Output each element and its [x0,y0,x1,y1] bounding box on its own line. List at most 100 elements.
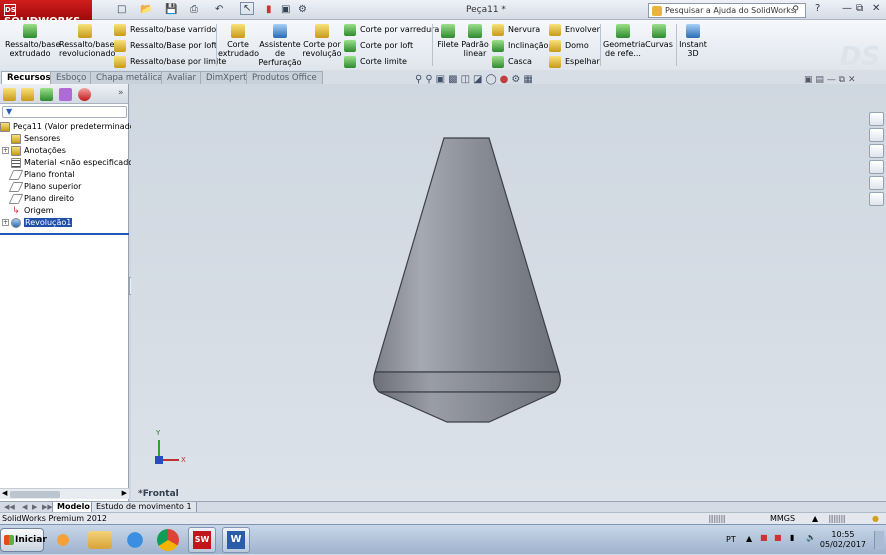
view-orientation-icon[interactable]: ◫ [461,74,473,85]
scroll-right-icon[interactable]: ▶ [122,489,127,497]
viewport-minimize-icon[interactable]: — [827,75,836,85]
quick-tips-icon[interactable]: ● [872,513,879,524]
show-desktop-button[interactable] [874,531,884,549]
custom-properties-icon[interactable] [869,192,884,206]
options-icon[interactable]: ⚙ [298,4,307,15]
tab-dimxpert[interactable]: DimXpert [200,71,253,84]
select-arrow-icon[interactable]: ↖ [240,2,255,15]
appearances-icon[interactable] [869,176,884,190]
scene-icon[interactable]: ⚙ [511,74,523,85]
appearance-icon[interactable]: ● [500,74,512,85]
scrollbar-thumb[interactable] [10,491,60,498]
word-taskbar-icon[interactable]: W [222,527,250,553]
expand-icon[interactable]: + [2,147,9,154]
tab-chapa-metalica[interactable]: Chapa metálica [90,71,169,84]
home-icon[interactable] [869,112,884,126]
units-selector[interactable]: MMGS [770,513,795,524]
shell-button[interactable]: Casca [492,55,532,69]
filter-input[interactable]: ▼ [2,106,127,118]
help-menu-button[interactable]: ? [815,3,820,14]
expand-icon[interactable]: + [2,219,9,226]
revolved-part[interactable] [373,137,561,423]
curves-button[interactable]: Curvas [644,24,674,49]
language-indicator[interactable]: PT [726,535,736,544]
prev-tab-icon[interactable]: ◀ [22,503,27,511]
internet-explorer-icon[interactable] [121,527,149,553]
reference-geometry-button[interactable]: Geometria de refe... [603,24,645,58]
next-tab-icon[interactable]: ▶ [32,503,37,511]
view-palette-icon[interactable] [869,160,884,174]
tree-item-sensores[interactable]: Sensores [2,133,60,145]
volume-icon[interactable]: 🔈 [806,533,816,542]
hole-wizard-button[interactable]: Assistente de Perfuração [258,24,302,67]
tree-root[interactable]: Peça11 (Valor predeterminado<< [0,121,148,133]
tree-item-origem[interactable]: ↳ Origem [2,205,53,217]
viewport-option-icon[interactable]: ▣ [804,75,813,85]
chrome-icon[interactable] [157,529,179,551]
previous-view-icon[interactable]: ▣ [436,74,448,85]
tree-item-plano-direito[interactable]: Plano direito [2,193,74,205]
extruded-boss-button[interactable]: Ressalto/base extrudado [5,24,60,58]
property-manager-tab-icon[interactable] [21,88,34,101]
tab-esboco[interactable]: Esboço [50,71,93,84]
solidworks-taskbar-icon[interactable]: SW [188,527,216,553]
revolved-boss-button[interactable]: Ressalto/base revolucionado [59,24,115,58]
first-tab-icon[interactable]: ◀◀ [4,503,15,511]
hide-show-icon[interactable]: ◯ [485,74,499,85]
fillet-button[interactable]: Filete [435,24,461,49]
print-icon[interactable]: ⎙ [190,4,198,15]
chevron-right-icon[interactable]: » [118,88,124,98]
revolved-cut-button[interactable]: Corte por revolução [302,24,342,58]
clock[interactable]: 10:55 05/02/2017 [820,530,866,550]
feature-manager-tab-icon[interactable] [3,88,16,101]
units-dropdown-icon[interactable]: ▲ [812,513,818,524]
draft-button[interactable]: Inclinação [492,39,548,53]
display-manager-tab-icon[interactable] [78,88,91,101]
panel-scrollbar[interactable]: ◀ ▶ [0,488,129,499]
file-explorer-icon[interactable] [869,144,884,158]
dome-button[interactable]: Domo [549,39,589,53]
explorer-folder-icon[interactable] [88,531,112,549]
lofted-cut-button[interactable]: Corte por loft [344,39,413,53]
scroll-left-icon[interactable]: ◀ [2,489,7,497]
save-icon[interactable]: 💾 [165,4,177,15]
new-file-icon[interactable]: □ [117,4,126,15]
show-hidden-icons-icon[interactable]: ▲ [746,534,752,543]
tree-item-plano-superior[interactable]: Plano superior [2,181,81,193]
tree-item-material[interactable]: Material <não especificado> [2,157,140,169]
view-settings-icon[interactable]: ▦ [523,74,535,85]
search-icon[interactable]: ⚲ [792,5,799,15]
loft-boss-button[interactable]: Ressalto/Base por loft [114,39,217,53]
viewport-restore-icon[interactable]: ⧉ [839,75,845,85]
extruded-cut-button[interactable]: Corte extrudado [218,24,259,58]
tab-avaliar[interactable]: Avaliar [161,71,202,84]
close-icon[interactable]: ✕ [872,3,880,14]
tree-item-revolucao1[interactable]: + Revolução1 [2,217,73,229]
security-icon[interactable]: ■ [760,533,768,542]
display-style-icon[interactable]: ◪ [473,74,485,85]
viewport-close-icon[interactable]: ✕ [848,75,856,85]
open-file-icon[interactable]: 📂 [140,4,152,15]
media-player-icon[interactable] [49,527,77,553]
tree-item-anotacoes[interactable]: + Anotações [2,145,66,157]
tree-item-plano-frontal[interactable]: Plano frontal [2,169,75,181]
instant3d-button[interactable]: Instant 3D [678,24,708,58]
solidworks-logo[interactable]: DSSOLIDWORKS [0,0,92,27]
configuration-manager-tab-icon[interactable] [40,88,53,101]
dimxpert-manager-tab-icon[interactable] [59,88,72,101]
restore-icon[interactable]: ⧉ [856,3,863,14]
tab-recursos[interactable]: Recursos [1,71,57,84]
boundary-cut-button[interactable]: Corte limite [344,55,407,69]
section-view-icon[interactable]: ▩ [448,74,460,85]
mirror-button[interactable]: Espelhar [549,55,600,69]
swept-boss-button[interactable]: Ressalto/base varrido [114,23,216,37]
help-search-input[interactable]: Pesquisar a Ajuda do SolidWorks ⚲ [648,3,806,18]
network-icon[interactable]: ▮ [790,533,794,542]
undo-icon[interactable]: ↶ [215,4,223,15]
wrap-button[interactable]: Envolver [549,23,600,37]
rib-button[interactable]: Nervura [492,23,540,37]
swept-cut-button[interactable]: Corte por varredura [344,23,439,37]
solidworks-tray-icon[interactable]: ■ [774,533,782,542]
tab-produtos-office[interactable]: Produtos Office [246,71,323,84]
boundary-boss-button[interactable]: Ressalto/base por limite [114,55,226,69]
